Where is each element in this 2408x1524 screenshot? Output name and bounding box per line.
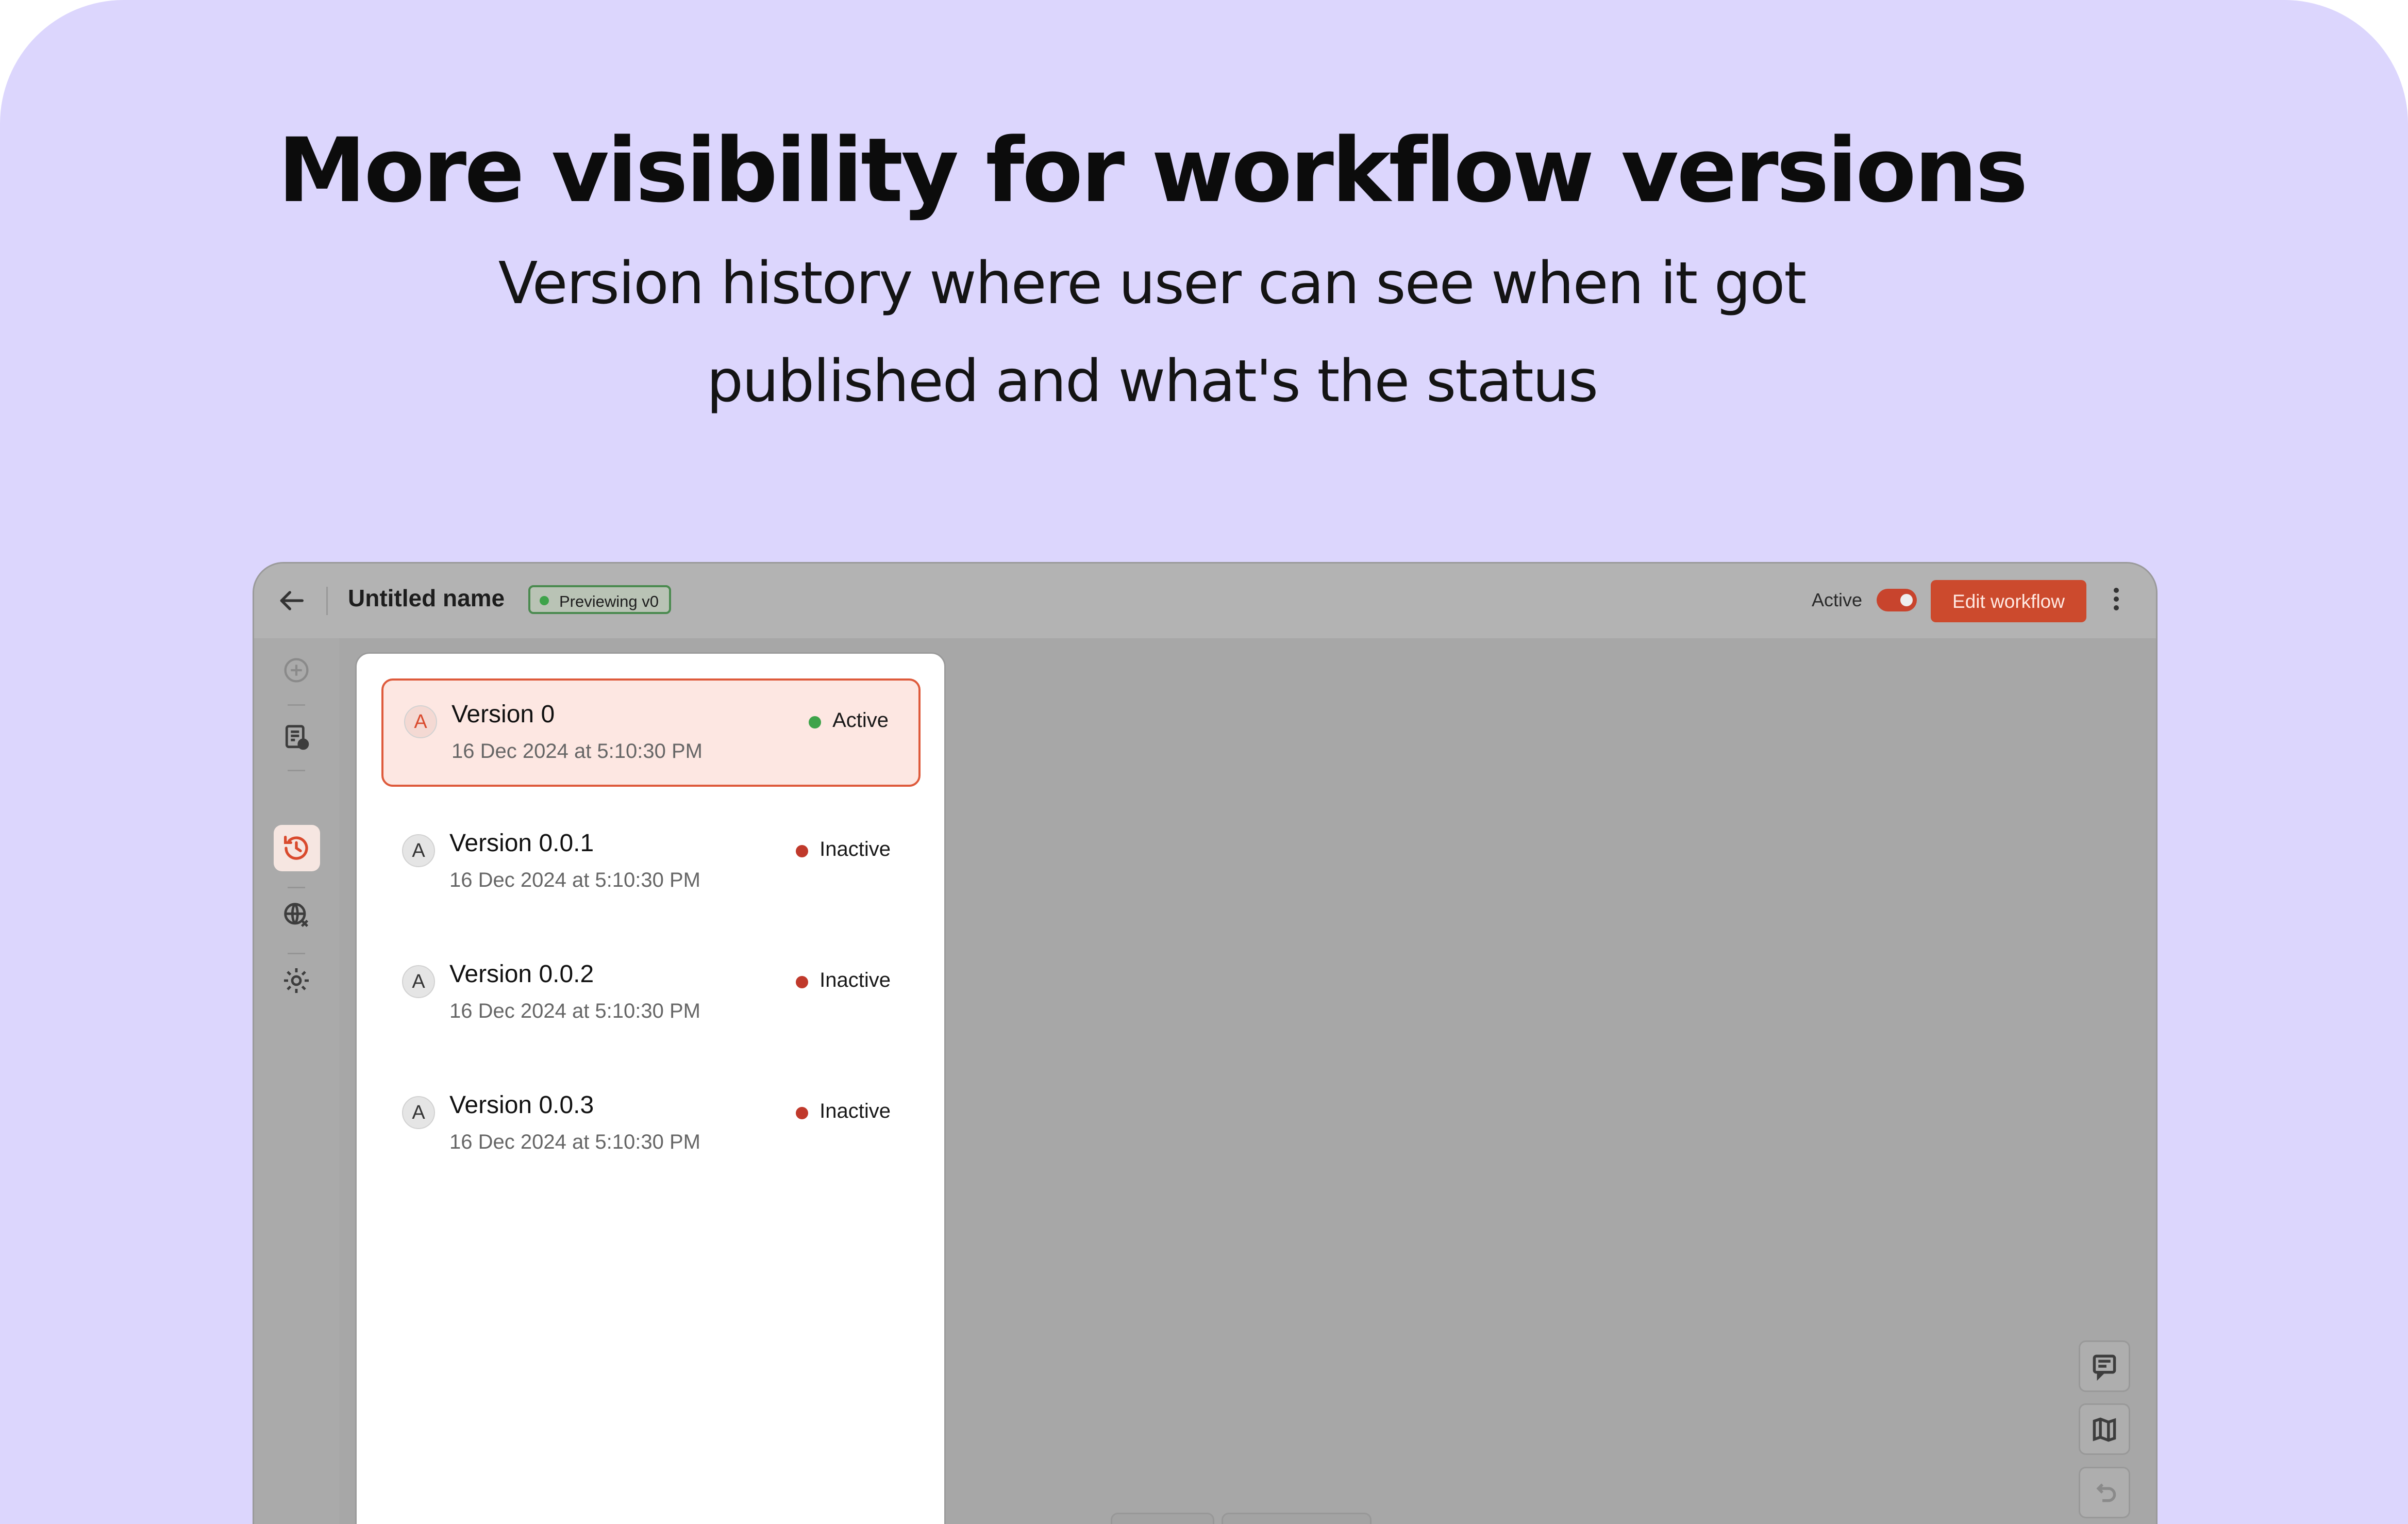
app-window: Untitled name Previewing v0 Active Edit … [253,562,2158,1524]
status-label: Inactive [820,1100,891,1122]
hero-subline-2: published and what's the status [706,348,1598,415]
version-history-panel: A Version 0 16 Dec 2024 at 5:10:30 PM Ac… [355,652,946,1524]
version-name: Version 0.0.2 [449,960,594,988]
active-toggle[interactable] [1877,589,1917,611]
version-item[interactable]: A Version 0.0.1 16 Dec 2024 at 5:10:30 P… [381,809,921,918]
version-date: 16 Dec 2024 at 5:10:30 PM [449,869,700,891]
active-toggle-label: Active [1812,589,1863,610]
author-avatar: A [402,1096,435,1129]
version-status: Inactive [796,969,891,992]
map-icon[interactable] [2079,1403,2130,1455]
status-dot [796,845,809,857]
status-label: Active [832,709,889,732]
status-label: Inactive [820,838,891,860]
author-avatar: A [402,834,435,867]
rail-separator [288,887,305,888]
status-label: Inactive [820,969,891,991]
undo-icon[interactable] [2079,1467,2130,1518]
history-icon[interactable] [280,832,313,865]
globe-x-icon[interactable] [280,899,313,932]
version-date: 16 Dec 2024 at 5:10:30 PM [449,1131,700,1153]
hero-subline-1: Version history where user can see when … [498,250,1807,317]
preview-badge-label: Previewing v0 [559,592,659,610]
version-item[interactable]: A Version 0 16 Dec 2024 at 5:10:30 PM Ac… [381,678,921,787]
version-name: Version 0 [452,701,555,728]
top-bar: Untitled name Previewing v0 Active Edit … [254,564,2156,638]
comment-icon[interactable] [2079,1340,2130,1392]
status-dot [796,1107,809,1119]
status-dot [809,716,822,728]
version-name: Version 0.0.1 [449,830,594,857]
version-date: 16 Dec 2024 at 5:10:30 PM [449,1000,700,1022]
version-status: Active [809,709,889,732]
bottom-toolbar-button[interactable] [1111,1513,1214,1524]
document-clock-icon[interactable] [280,721,313,754]
preview-status-dot [540,596,549,605]
side-rail [254,638,339,1524]
version-item[interactable]: A Version 0.0.2 16 Dec 2024 at 5:10:30 P… [381,940,921,1049]
rail-separator [288,770,305,771]
hero-headline: More visibility for workflow versions [278,119,2028,222]
author-avatar: A [402,965,435,998]
bottom-toolbar-button[interactable] [1222,1513,1372,1524]
edit-workflow-button[interactable]: Edit workflow [1931,580,2086,622]
version-item[interactable]: A Version 0.0.3 16 Dec 2024 at 5:10:30 P… [381,1071,921,1180]
back-arrow-icon[interactable] [275,584,308,617]
version-status: Inactive [796,1100,891,1123]
header-divider [326,587,328,615]
version-status: Inactive [796,838,891,861]
version-name: Version 0.0.3 [449,1091,594,1119]
toggle-knob [1900,594,1913,606]
workflow-title[interactable]: Untitled name [348,584,505,612]
gear-icon[interactable] [280,964,313,997]
preview-badge: Previewing v0 [528,585,671,614]
rail-separator [288,704,305,706]
promo-background: More visibility for workflow versions Ve… [0,0,2408,1524]
rail-separator [288,953,305,954]
version-date: 16 Dec 2024 at 5:10:30 PM [452,740,703,763]
add-circle-icon[interactable] [280,654,313,687]
status-dot [796,976,809,988]
more-options-icon[interactable] [2109,584,2124,617]
author-avatar: A [404,705,437,738]
